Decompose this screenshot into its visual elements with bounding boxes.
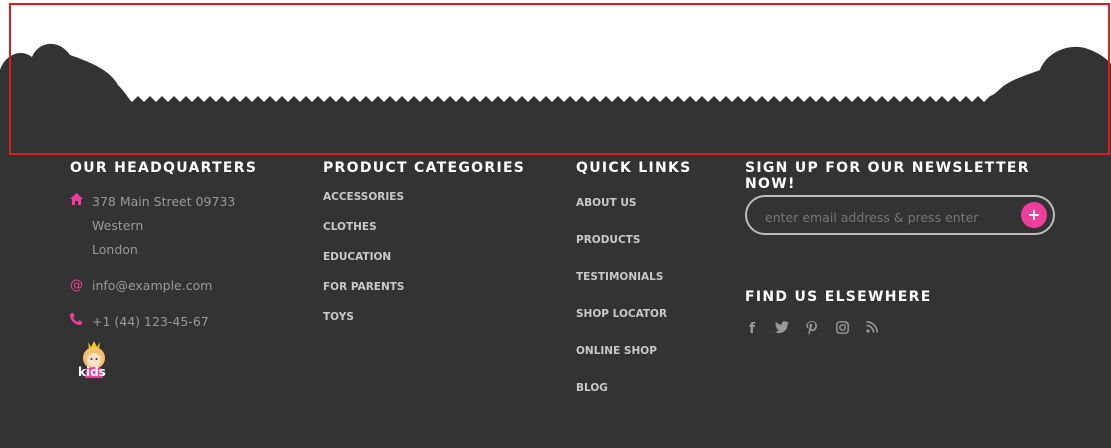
category-link-accessories[interactable]: ACCESSORIES — [323, 191, 543, 203]
newsletter-title: SIGN UP FOR OUR NEWSLETTER NOW! — [745, 160, 1030, 192]
email-link[interactable]: info@example.com — [92, 274, 212, 298]
newsletter-form: + — [745, 195, 1055, 235]
category-link-education[interactable]: EDUCATION — [323, 251, 543, 263]
plus-icon: + — [1027, 205, 1041, 224]
social-icons: f — [745, 321, 1075, 339]
home-icon — [70, 190, 92, 214]
headquarters-column: OUR HEADQUARTERS 378 Main Street 09733 W… — [70, 160, 290, 334]
kids-logo[interactable]: kids — [76, 338, 112, 382]
instagram-icon[interactable] — [835, 321, 849, 339]
quick-links-column: QUICK LINKS ABOUT US PRODUCTS TESTIMONIA… — [576, 160, 726, 394]
email-row: @ info@example.com — [70, 274, 290, 298]
phone-icon — [70, 310, 92, 334]
at-icon: @ — [70, 278, 83, 293]
phone-row: +1 (44) 123-45-67 — [70, 310, 290, 334]
categories-title: PRODUCT CATEGORIES — [323, 160, 526, 176]
quick-link-products[interactable]: PRODUCTS — [576, 234, 726, 246]
quick-link-shop-locator[interactable]: SHOP LOCATOR — [576, 308, 726, 320]
twitter-icon[interactable] — [775, 321, 789, 339]
category-link-toys[interactable]: TOYS — [323, 311, 543, 323]
address-text: 378 Main Street 09733 Western London — [92, 194, 236, 257]
quick-link-blog[interactable]: BLOG — [576, 382, 726, 394]
elsewhere-title: FIND US ELSEWHERE — [745, 289, 932, 305]
category-link-for-parents[interactable]: FOR PARENTS — [323, 281, 543, 293]
quick-link-about-us[interactable]: ABOUT US — [576, 197, 726, 209]
pinterest-icon[interactable] — [805, 321, 819, 339]
footer-wave-border — [0, 43, 1111, 160]
facebook-icon[interactable]: f — [745, 321, 759, 339]
newsletter-column: SIGN UP FOR OUR NEWSLETTER NOW! — [745, 160, 1075, 192]
categories-column: PRODUCT CATEGORIES ACCESSORIES CLOTHES E… — [323, 160, 543, 323]
address-row: 378 Main Street 09733 Western London — [70, 190, 290, 262]
quick-link-testimonials[interactable]: TESTIMONIALS — [576, 271, 726, 283]
headquarters-title: OUR HEADQUARTERS — [70, 160, 258, 176]
category-link-clothes[interactable]: CLOTHES — [323, 221, 543, 233]
newsletter-submit-button[interactable]: + — [1021, 202, 1047, 228]
rss-icon[interactable] — [865, 321, 879, 339]
elsewhere-section: FIND US ELSEWHERE f — [745, 289, 1075, 339]
newsletter-email-input[interactable] — [763, 206, 1017, 228]
svg-text:kids: kids — [78, 365, 106, 379]
quick-link-online-shop[interactable]: ONLINE SHOP — [576, 345, 726, 357]
quick-links-title: QUICK LINKS — [576, 160, 692, 176]
phone-text: +1 (44) 123-45-67 — [92, 314, 209, 329]
